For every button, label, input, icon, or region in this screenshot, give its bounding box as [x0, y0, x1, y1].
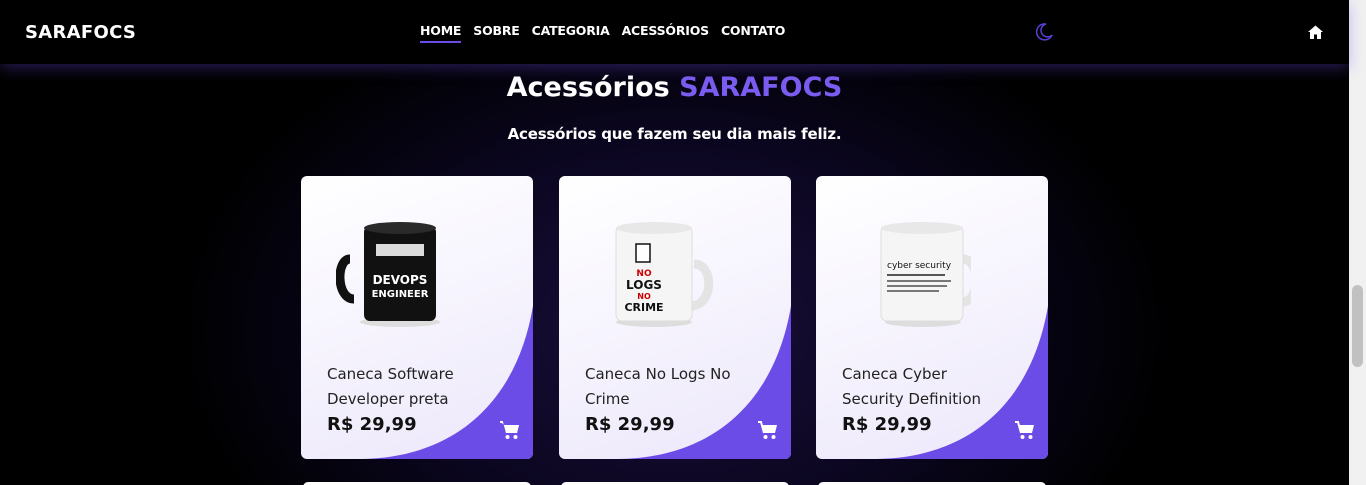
svg-text:cyber security: cyber security	[887, 261, 952, 271]
section-title-prefix: Acessórios	[506, 72, 670, 103]
product-card[interactable]: cyber security Caneca Cyber Security Def…	[816, 176, 1048, 459]
mug-image: NO LOGS NO CRIME	[615, 222, 714, 327]
nav-contato[interactable]: CONTATO	[721, 23, 785, 43]
product-name[interactable]: Caneca Software Developer preta	[327, 362, 497, 412]
product-name[interactable]: Caneca No Logs No Crime	[585, 362, 755, 412]
svg-text:DEVOPS: DEVOPS	[373, 273, 428, 287]
nav-sobre[interactable]: SOBRE	[473, 23, 520, 43]
product-price: R$ 29,99	[327, 414, 417, 435]
section-title: Acessórios SARAFOCS	[0, 72, 1349, 103]
cart-icon[interactable]	[1014, 420, 1036, 440]
main-nav: HOME SOBRE CATEGORIA ACESSÓRIOS CONTATO	[420, 23, 785, 43]
mug-image: cyber security	[880, 222, 971, 327]
nav-acessorios[interactable]: ACESSÓRIOS	[622, 23, 710, 43]
product-card[interactable]: DEVOPS ENGINEER Caneca Software Develope…	[301, 176, 533, 459]
product-name[interactable]: Caneca Cyber Security Definition	[842, 362, 1012, 412]
product-card[interactable]: NO LOGS NO CRIME Caneca No Logs No Crime…	[559, 176, 791, 459]
cart-icon[interactable]	[499, 420, 521, 440]
nav-categoria[interactable]: CATEGORIA	[532, 23, 610, 43]
nav-home[interactable]: HOME	[420, 23, 461, 43]
home-icon[interactable]	[1307, 24, 1324, 41]
section-title-accent: SARAFOCS	[679, 72, 843, 103]
top-navbar: SARAFOCS HOME SOBRE CATEGORIA ACESSÓRIOS…	[0, 0, 1349, 64]
product-price: R$ 29,99	[842, 414, 932, 435]
mug-image: DEVOPS ENGINEER	[336, 222, 440, 327]
moon-icon[interactable]	[1034, 22, 1054, 42]
vertical-scrollbar[interactable]	[1349, 0, 1366, 485]
svg-text:NO: NO	[637, 292, 651, 301]
product-price: R$ 29,99	[585, 414, 675, 435]
brand-logo[interactable]: SARAFOCS	[25, 22, 136, 43]
svg-text:CRIME: CRIME	[624, 301, 663, 314]
cart-icon[interactable]	[757, 420, 779, 440]
svg-text:ENGINEER: ENGINEER	[372, 289, 429, 300]
svg-text:LOGS: LOGS	[626, 278, 662, 292]
scrollbar-thumb[interactable]	[1352, 285, 1363, 367]
section-subtitle: Acessórios que fazem seu dia mais feliz.	[507, 125, 842, 143]
